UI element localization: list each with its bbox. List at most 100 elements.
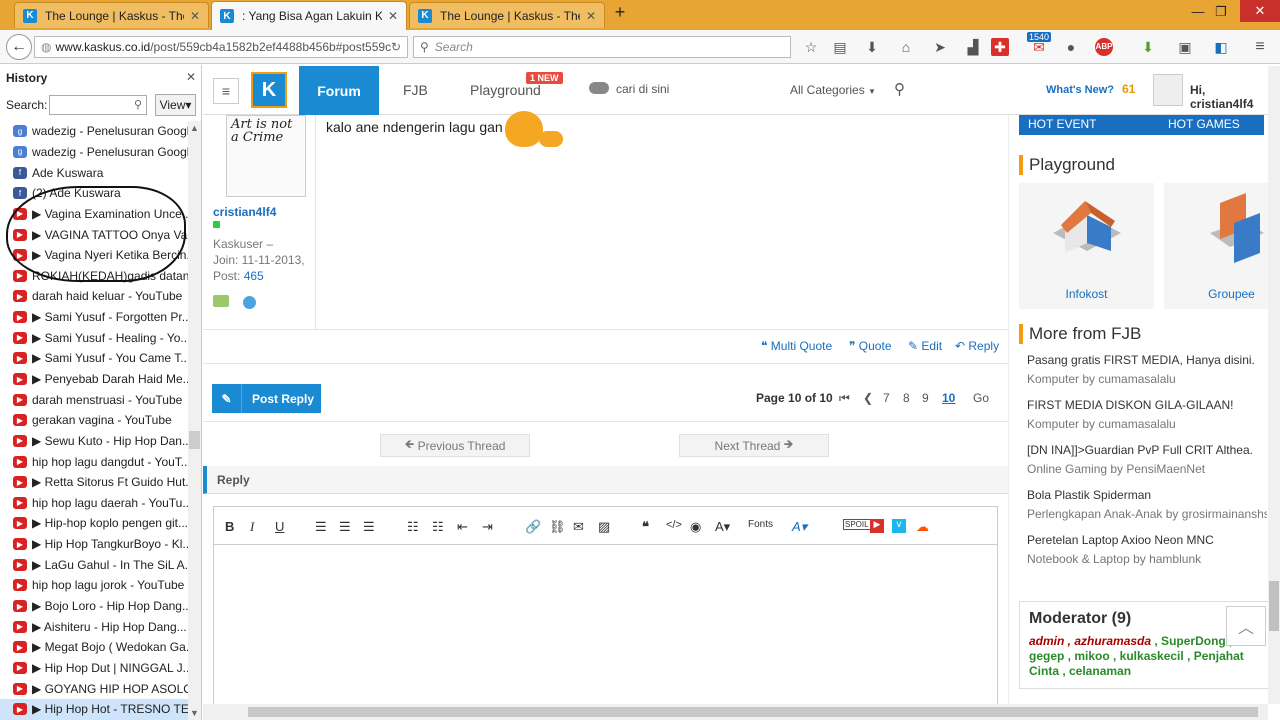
fjb-item[interactable]: Peretelan Laptop Axioo Neon MNC Notebook … [1027,531,1267,569]
numbered-list-icon[interactable]: ☷ [432,519,444,535]
close-icon[interactable]: ✕ [186,70,196,84]
adblock-icon[interactable]: ABP [1095,38,1113,56]
scroll-thumb[interactable] [189,431,200,449]
history-item[interactable]: g wadezig - Penelusuran Google [0,142,188,163]
first-page-icon[interactable]: ⏮ [839,391,850,406]
kaskus-search-input[interactable]: cari di sini [616,82,669,96]
history-item[interactable]: ▶ ▶ Hip-hop koplo pengen git... [0,513,188,534]
previous-thread-button[interactable]: 🡸 Previous Thread [380,434,530,457]
history-search-input[interactable]: ⚲ [49,95,147,115]
history-item[interactable]: ▶ ▶ Retta Sitorus Ft Guido Hut... [0,472,188,493]
close-icon[interactable]: ✕ [190,9,200,23]
history-item[interactable]: ▶ hip hop lagu daerah - YouTu... [0,493,188,514]
browser-tab-1[interactable]: K The Lounge | Kaskus - The ... ✕ [14,2,209,28]
moderators-red[interactable]: admin , azhuramasda [1029,634,1151,648]
user-avatar[interactable] [1153,74,1183,106]
history-item[interactable]: ▶ ROKIAH(KEDAH)gadis datan... [0,265,188,286]
image-icon[interactable]: ▨ [598,519,610,535]
close-icon[interactable]: ✕ [388,9,398,23]
history-item[interactable]: ▶ gerakan vagina - YouTube [0,410,188,431]
fjb-item-title[interactable]: Bola Plastik Spiderman [1027,486,1267,505]
outdent-icon[interactable]: ⇤ [457,519,468,535]
hot-event-link[interactable]: HOT EVENT [1028,117,1096,131]
browser-search-input[interactable]: ⚲ Search [413,36,791,58]
back-button[interactable]: ← [6,34,32,60]
history-item[interactable]: ▶ ▶ Sewu Kuto - Hip Hop Dan... [0,431,188,452]
kaskus-logo[interactable]: K [251,72,287,108]
sidebar-scrollbar[interactable]: ▲ ▼ [188,121,201,720]
quote-icon[interactable]: ❝ [642,519,649,535]
close-icon[interactable]: ✕ [586,9,596,23]
history-item[interactable]: ▶ ▶ Sami Yusuf - You Came T... [0,348,188,369]
user-greeting[interactable]: Hi, cristian4lf4 [1190,83,1268,111]
chat-icon[interactable]: ● [1062,38,1080,56]
playground-item-infokost[interactable]: Infokost [1019,183,1154,309]
playground-item-groupee[interactable]: Groupee [1164,183,1280,309]
align-left-icon[interactable]: ☰ [315,519,327,535]
fjb-item[interactable]: Pasang gratis FIRST MEDIA, Hanya disini.… [1027,351,1267,389]
history-item[interactable]: ▶ darah menstruasi - YouTube [0,389,188,410]
download-icon[interactable]: ⬇ [863,38,881,56]
scroll-down-icon[interactable]: ▼ [190,708,199,718]
category-dropdown[interactable]: All Categories ▼ [790,83,876,97]
unlink-icon[interactable]: ⛓ [549,519,566,535]
bold-button[interactable]: B [225,519,234,534]
vimeo-icon[interactable]: v [892,519,906,533]
browser-tab-2[interactable]: K : Yang Bisa Agan Lakuin K... ✕ [211,1,407,30]
page-scrollbar[interactable] [1268,66,1280,704]
page-link[interactable]: 9 [922,391,929,405]
align-right-icon[interactable]: ☰ [363,519,375,535]
spoiler-icon[interactable]: ◉ [690,519,701,535]
history-item[interactable]: ▶ hip hop lagu dangdut - YouT... [0,451,188,472]
multi-quote-button[interactable]: ❝ Multi Quote [761,339,832,353]
history-item[interactable]: ▶ ▶ Megat Bojo ( Wedokan Ga... [0,637,188,658]
hot-games-link[interactable]: HOT GAMES [1168,117,1240,131]
code-icon[interactable]: </> [666,519,682,531]
spoil-icon[interactable]: SPOIL [843,519,871,530]
history-item[interactable]: ▶ ▶ Hip Hop TangkurBoyo - Kl... [0,534,188,555]
url-bar[interactable]: ◍ www.kaskus.co.id /post/559cb4a1582b2ef… [34,36,408,58]
post-reply-button[interactable]: ✎ Post Reply [212,384,321,413]
fjb-item-title[interactable]: FIRST MEDIA DISKON GILA-GILAAN! [1027,396,1267,415]
history-item[interactable]: ▶ ▶ Bojo Loro - Hip Hop Dang... [0,596,188,617]
minimize-button[interactable]: — [1186,4,1210,19]
back-to-top-button[interactable]: ︿ [1226,606,1266,646]
whats-new-link[interactable]: What's New? [1046,84,1114,96]
font-size-icon[interactable]: A▾ [715,519,730,535]
addon-icon[interactable]: ✚ [991,38,1009,56]
page-link[interactable]: 8 [903,391,910,405]
fjb-item-title[interactable]: [DN INA]]>Guardian PvP Full CRIT Althea. [1027,441,1267,460]
link-icon[interactable]: 🔗 [525,519,541,535]
fonts-dropdown[interactable]: Fonts [748,519,773,530]
fjb-tab[interactable]: FJB [403,82,428,98]
history-item[interactable]: ▶ ▶ VAGINA TATTOO Onya Va... [0,224,188,245]
bullet-list-icon[interactable]: ☷ [407,519,419,535]
underline-button[interactable]: U [275,519,284,534]
home-icon[interactable]: ⌂ [897,38,915,56]
send-icon[interactable]: ➤ [931,38,949,56]
new-tab-button[interactable]: + [608,2,632,23]
prev-page-icon[interactable]: ❮ [863,391,873,405]
scroll-thumb[interactable] [1269,581,1279,631]
history-item[interactable]: ▶ ▶ Penyebab Darah Haid Me... [0,369,188,390]
hamburger-menu-icon[interactable]: ≡ [213,78,239,104]
browser-tab-3[interactable]: K The Lounge | Kaskus - The ... ✕ [409,2,605,28]
green-download-icon[interactable]: ⬇ [1139,38,1157,56]
email-icon[interactable]: ✉ [573,519,584,535]
view-button[interactable]: View ▾ [155,94,196,116]
history-item[interactable]: ▶ ▶ Vagina Nyeri Ketika Bercin... [0,245,188,266]
history-item[interactable]: ▶ darah haid keluar - YouTube [0,286,188,307]
search-icon[interactable]: ⚲ [894,80,905,98]
fjb-item[interactable]: FIRST MEDIA DISKON GILA-GILAAN! Komputer … [1027,396,1267,434]
reload-icon[interactable]: ↻ [391,40,401,54]
history-item[interactable]: g wadezig - Penelusuran Google [0,121,188,142]
go-button[interactable]: Go [973,391,989,405]
scroll-thumb[interactable] [248,707,1258,717]
fjb-item[interactable]: Bola Plastik Spiderman Perlengkapan Anak-… [1027,486,1267,524]
fjb-item[interactable]: [DN INA]]>Guardian PvP Full CRIT Althea.… [1027,441,1267,479]
whats-new-count[interactable]: 61 [1122,82,1135,96]
reading-list-icon[interactable]: ▤ [831,38,849,56]
playground-tab[interactable]: Playground [470,82,541,98]
quote-button[interactable]: ❞ Quote [849,339,892,353]
fjb-item-title[interactable]: Pasang gratis FIRST MEDIA, Hanya disini. [1027,351,1267,370]
